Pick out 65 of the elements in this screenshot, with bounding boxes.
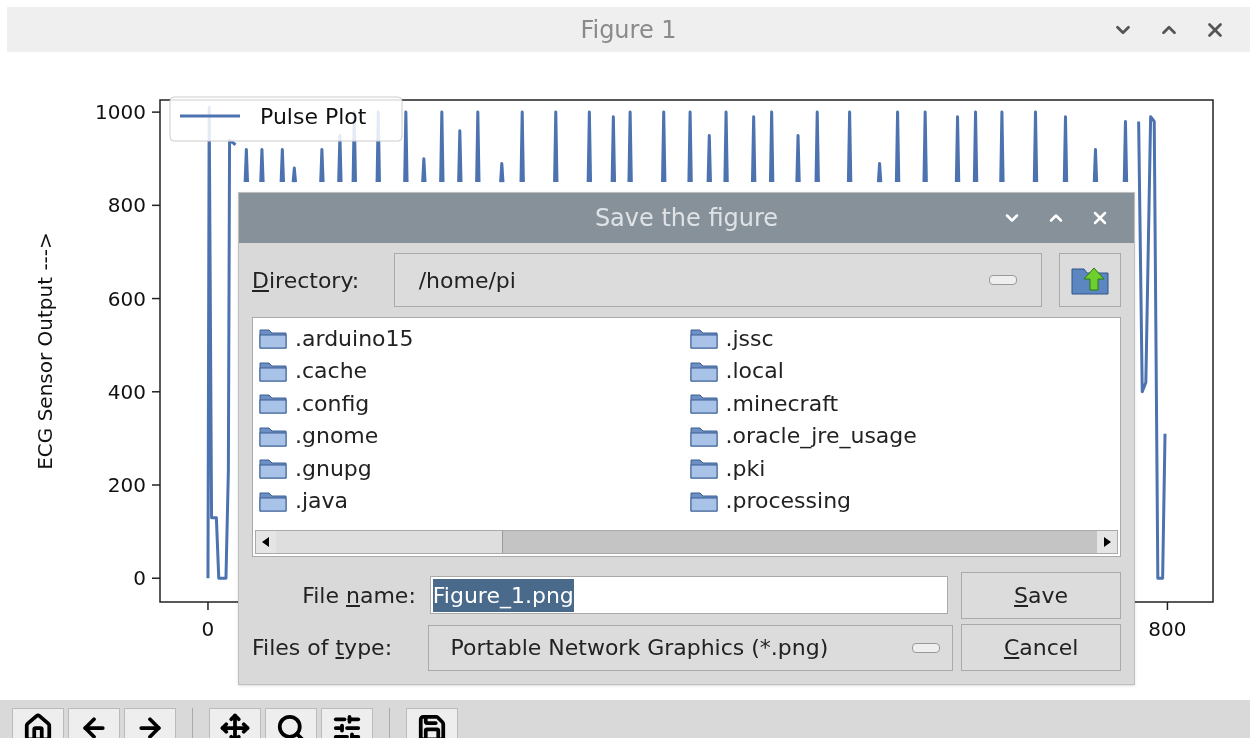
folder-item[interactable]: .gnupg	[259, 452, 690, 485]
y-tick-label: 1000	[95, 100, 146, 125]
folder-icon	[259, 327, 287, 350]
folder-item[interactable]: .config	[259, 387, 690, 420]
folder-icon	[689, 424, 718, 447]
directory-label: Directory:	[252, 266, 361, 295]
folder-icon	[689, 327, 718, 350]
scrollbar-thumb[interactable]	[276, 531, 503, 553]
x-tick-label: 800	[1148, 617, 1187, 641]
save-button[interactable]: Save	[961, 571, 1121, 619]
folder-icon	[689, 489, 718, 512]
cancel-button[interactable]: Cancel	[961, 624, 1121, 671]
folder-item[interactable]: .cache	[259, 354, 690, 387]
toolbar-button[interactable]	[209, 708, 261, 738]
y-tick-label: 800	[107, 193, 146, 218]
toolbar-button[interactable]	[68, 708, 120, 738]
horizontal-scrollbar[interactable]	[255, 530, 1118, 554]
folder-icon	[259, 457, 287, 480]
directory-dropdown[interactable]: /home/pi	[393, 253, 1043, 307]
window-title: Figure 1	[579, 14, 678, 46]
y-tick-label: 400	[107, 379, 146, 404]
toolbar-button[interactable]	[406, 708, 458, 738]
dropdown-handle-icon	[912, 642, 941, 653]
folder-icon	[689, 457, 718, 480]
folder-item[interactable]: .minecraft	[689, 387, 1120, 420]
legend-label: Pulse Plot	[260, 104, 367, 129]
y-tick-label: 600	[107, 286, 146, 311]
y-axis-label: ECG Sensor Output --->	[33, 232, 57, 470]
file-name-label: File name:	[301, 581, 417, 610]
toolbar-button[interactable]	[12, 708, 64, 738]
save-icon	[417, 713, 447, 738]
folder-icon	[259, 424, 287, 447]
folder-item[interactable]: .oracle_jre_usage	[689, 419, 1120, 452]
search-icon	[276, 713, 306, 738]
file-type-label: Files of type:	[252, 634, 394, 662]
folder-item[interactable]: .gnome	[259, 419, 690, 452]
folder-item[interactable]: .arduino15	[259, 322, 690, 355]
folder-icon	[259, 359, 287, 382]
file-name-text: Figure_1.png	[432, 578, 574, 612]
dialog-title: Save the figure	[593, 203, 780, 234]
toolbar-button[interactable]	[265, 708, 317, 738]
file-name-field[interactable]: Figure_1.png	[429, 576, 949, 614]
folder-icon	[689, 359, 718, 382]
parent-folder-button[interactable]	[1059, 253, 1121, 307]
folder-icon	[259, 489, 287, 512]
folder-icon	[689, 392, 718, 415]
sliders-icon	[332, 713, 362, 738]
move-icon	[220, 713, 250, 738]
folder-item[interactable]: .pki	[689, 452, 1120, 485]
x-tick-label: 0	[201, 617, 215, 641]
scroll-right-icon[interactable]	[1097, 531, 1117, 553]
y-tick-label: 0	[133, 566, 146, 591]
toolbar-button[interactable]	[124, 708, 176, 738]
folder-item[interactable]: .processing	[689, 484, 1120, 517]
folder-item[interactable]: .local	[689, 354, 1120, 387]
toolbar-button[interactable]	[321, 708, 373, 738]
folder-item[interactable]: .java	[259, 484, 690, 517]
file-type-dropdown[interactable]: Portable Network Graphics (*.png)	[427, 624, 954, 671]
folder-item[interactable]: .jssc	[689, 322, 1120, 355]
legend-line	[180, 114, 240, 118]
scroll-left-icon[interactable]	[256, 531, 276, 553]
home-icon	[23, 713, 53, 738]
dropdown-handle-icon	[989, 275, 1018, 285]
folder-icon	[259, 392, 287, 415]
y-tick-label: 200	[107, 473, 146, 497]
